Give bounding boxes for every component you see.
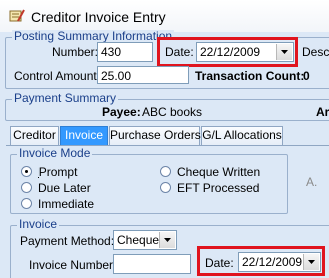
posting-date-value: 22/12/2009 — [200, 45, 261, 59]
radio-prompt[interactable] — [21, 166, 32, 177]
tab-creditor[interactable]: Creditor — [10, 126, 59, 145]
notebook-pen-icon — [9, 9, 25, 23]
radio-eft-processed[interactable] — [160, 182, 171, 193]
radio-cheque-written-label: Cheque Written — [177, 165, 261, 179]
radio-eft-processed-label: EFT Processed — [177, 181, 260, 195]
payment-method-label: Payment Method: — [20, 234, 115, 248]
tab-invoice[interactable]: Invoice — [60, 126, 108, 145]
title-bar[interactable]: Creditor Invoice Entry — [0, 0, 329, 32]
control-amount-field[interactable]: 25.00 — [97, 66, 189, 84]
invoice-date-value: 22/12/2009 — [242, 255, 303, 269]
invoice-date-label: Date: — [205, 256, 234, 270]
radio-due-later-label: Due Later — [38, 181, 91, 195]
payee-label: Payee: — [102, 105, 141, 119]
chevron-down-icon — [164, 238, 171, 242]
radio-prompt-label: PPrompt — [38, 165, 78, 179]
chevron-down-icon — [281, 50, 288, 54]
tab-gl-allocations[interactable]: G/L Allocations — [201, 126, 283, 145]
number-label: Number: — [52, 45, 99, 59]
control-amount-label: Control Amount: — [14, 69, 101, 83]
window-title: Creditor Invoice Entry — [31, 9, 166, 25]
radio-immediate[interactable] — [21, 198, 32, 209]
invoice-mode-title: Invoice Mode — [17, 146, 93, 160]
number-field[interactable]: 430 — [97, 42, 153, 62]
transaction-count-label: Transaction Count: — [195, 69, 305, 83]
invoice-date-dropdown-button[interactable] — [303, 254, 319, 270]
posting-date-dropdown-button[interactable] — [276, 44, 292, 60]
payment-method-dropdown-button[interactable] — [159, 232, 175, 248]
creditor-invoice-entry-window: Creditor Invoice Entry Posting Summary I… — [0, 0, 329, 278]
payment-method-value: Cheque — [117, 233, 160, 247]
payment-summary-title: Payment Summary — [12, 91, 119, 105]
invoice-number-field[interactable] — [113, 254, 191, 274]
invoice-mode-side-fragment: A. — [306, 175, 318, 189]
payee-value: ABC books — [142, 105, 203, 119]
radio-immediate-label: Immediate — [38, 197, 95, 211]
description-label: Descrip — [302, 45, 329, 59]
radio-cheque-written[interactable] — [160, 166, 171, 177]
tab-purchase-orders[interactable]: Purchase Orders — [109, 126, 201, 145]
posting-date-picker[interactable]: 22/12/2009 — [196, 42, 294, 62]
payment-method-select[interactable]: Cheque — [113, 230, 177, 250]
amount-label-fragment: Ar — [316, 105, 329, 119]
transaction-count-value: 0 — [303, 69, 310, 83]
invoice-title: Invoice — [17, 217, 60, 231]
invoice-date-picker[interactable]: 22/12/2009 — [238, 252, 321, 272]
invoice-number-label: Invoice Number: — [29, 258, 117, 272]
posting-date-label: Date: — [165, 45, 194, 59]
chevron-down-icon — [308, 260, 315, 264]
radio-due-later[interactable] — [21, 182, 32, 193]
